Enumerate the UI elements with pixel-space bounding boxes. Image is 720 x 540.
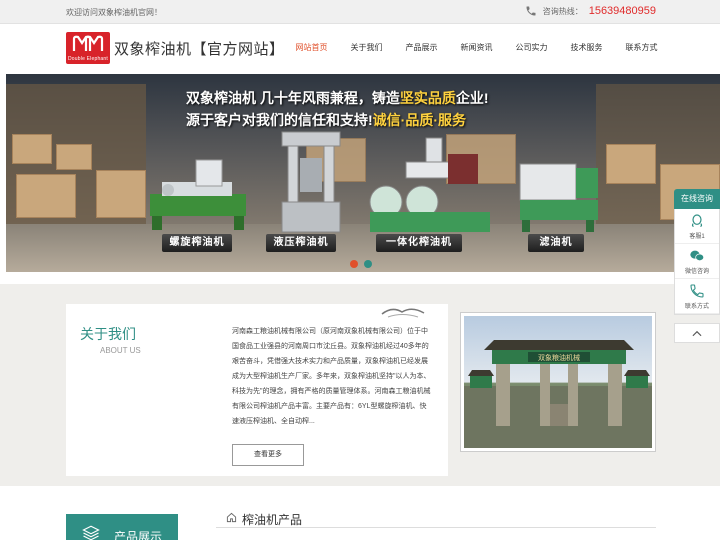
nav-strength[interactable]: 公司实力 xyxy=(504,42,559,53)
warehouse-box xyxy=(56,144,92,170)
banner-headline: 双象榨油机 几十年风雨兼程，铸造坚实品质企业! xyxy=(186,88,489,108)
nav-home[interactable]: 网站首页 xyxy=(284,42,339,53)
service-qq-label: 客服1 xyxy=(689,234,705,240)
top-bar: 欢迎访问双象榨油机官网！ 咨询热线： 15639480959 xyxy=(0,0,720,24)
hotline: 咨询热线： 15639480959 xyxy=(525,5,656,17)
gate-illustration-icon: 双象粮油机械 xyxy=(464,340,652,448)
service-contact[interactable]: 联系方式 xyxy=(675,279,719,314)
warehouse-box xyxy=(16,174,76,218)
oil-filter-machine-image xyxy=(519,163,598,232)
service-contact-label: 联系方式 xyxy=(684,304,709,310)
hero-banner[interactable]: 双象榨油机 几十年风雨兼程，铸造坚实品质企业! 源于客户对我们的信任和支持!诚信… xyxy=(6,74,720,272)
back-to-top-button[interactable] xyxy=(674,323,720,343)
headline-end: 企业! xyxy=(455,90,489,106)
about-description: 河南森工粮油机械有限公司（原河南双象机械有限公司）位于中国食品工业强县的河南周口… xyxy=(232,328,431,425)
service-wechat-label: 微信咨询 xyxy=(684,269,709,275)
integrated-oil-press-image xyxy=(369,137,490,232)
hydraulic-oil-press-image xyxy=(281,131,341,233)
company-gate-photo: 双象粮油机械 xyxy=(460,312,656,452)
nav-about[interactable]: 关于我们 xyxy=(339,42,394,53)
online-service-widget: 在线咨询 客服1 微信咨询 联系方式 xyxy=(674,189,720,343)
hotline-label: 咨询热线： xyxy=(542,6,583,16)
gate-image: 双象粮油机械 xyxy=(464,316,652,448)
wechat-icon xyxy=(690,250,704,261)
home-icon xyxy=(226,512,237,523)
about-section: 关于我们 ABOUT US 河南森工粮油机械有限公司（原河南双象机械有限公司）位… xyxy=(0,284,720,486)
site-header: Double Elephant 双象榨油机【官方网站】 网站首页 关于我们 产品… xyxy=(0,24,720,74)
bird-deco-icon xyxy=(381,308,425,318)
product-section-heading: 榨油机产品 xyxy=(216,508,656,528)
phone-icon xyxy=(526,6,536,16)
layers-icon xyxy=(82,525,100,540)
phone-icon xyxy=(690,284,704,298)
product-heading-label: 榨油机产品 xyxy=(242,513,303,527)
nav-contact[interactable]: 联系方式 xyxy=(614,42,669,53)
caption-integrated-press: 一体化榨油机 xyxy=(376,234,462,252)
carousel-dot-2[interactable] xyxy=(364,260,372,268)
welcome-text: 欢迎访问双象榨油机官网！ xyxy=(66,8,162,17)
nav-products[interactable]: 产品展示 xyxy=(394,42,449,53)
warehouse-box xyxy=(606,144,656,184)
subline-main: 源于客户对我们的信任和支持! xyxy=(186,112,373,128)
service-wechat[interactable]: 微信咨询 xyxy=(675,244,719,279)
logo-text: Double Elephant xyxy=(68,56,108,62)
headline-main: 双象榨油机 几十年风雨兼程，铸造 xyxy=(186,90,400,106)
hotline-number[interactable]: 15639480959 xyxy=(589,5,656,17)
elephant-logo-icon xyxy=(72,35,104,51)
nav-news[interactable]: 新闻资讯 xyxy=(449,42,504,53)
caption-screw-press: 螺旋榨油机 xyxy=(162,234,232,252)
main-nav: 网站首页 关于我们 产品展示 新闻资讯 公司实力 技术服务 联系方式 xyxy=(284,42,669,53)
site-title: 双象榨油机【官方网站】 xyxy=(114,41,285,58)
warehouse-box xyxy=(96,170,146,218)
headline-highlight: 坚实品质 xyxy=(399,90,456,106)
about-title: 关于我们 xyxy=(80,326,136,342)
site-logo[interactable]: Double Elephant xyxy=(66,32,110,64)
about-title-en: ABOUT US xyxy=(100,346,141,355)
subline-highlight: 诚信·品质·服务 xyxy=(372,112,466,128)
caption-hydraulic-press: 液压榨油机 xyxy=(266,234,336,252)
service-body: 客服1 微信咨询 联系方式 xyxy=(674,209,720,315)
service-title: 在线咨询 xyxy=(674,189,720,209)
carousel-dots xyxy=(350,260,372,268)
qq-icon xyxy=(691,214,703,227)
product-box-label: 产品展示 xyxy=(114,530,163,540)
chevron-up-icon xyxy=(692,330,702,337)
service-qq[interactable]: 客服1 xyxy=(675,209,719,244)
product-category-box[interactable]: 产品展示 xyxy=(66,514,178,540)
nav-tech-service[interactable]: 技术服务 xyxy=(559,42,614,53)
carousel-dot-1[interactable] xyxy=(350,260,358,268)
screw-oil-press-image xyxy=(150,159,246,230)
warehouse-box xyxy=(12,134,52,164)
view-more-button[interactable]: 查看更多 xyxy=(232,444,304,466)
gate-sign: 双象粮油机械 xyxy=(538,353,580,362)
caption-oil-filter: 滤油机 xyxy=(528,234,584,252)
banner-subline: 源于客户对我们的信任和支持!诚信·品质·服务 xyxy=(186,110,466,130)
